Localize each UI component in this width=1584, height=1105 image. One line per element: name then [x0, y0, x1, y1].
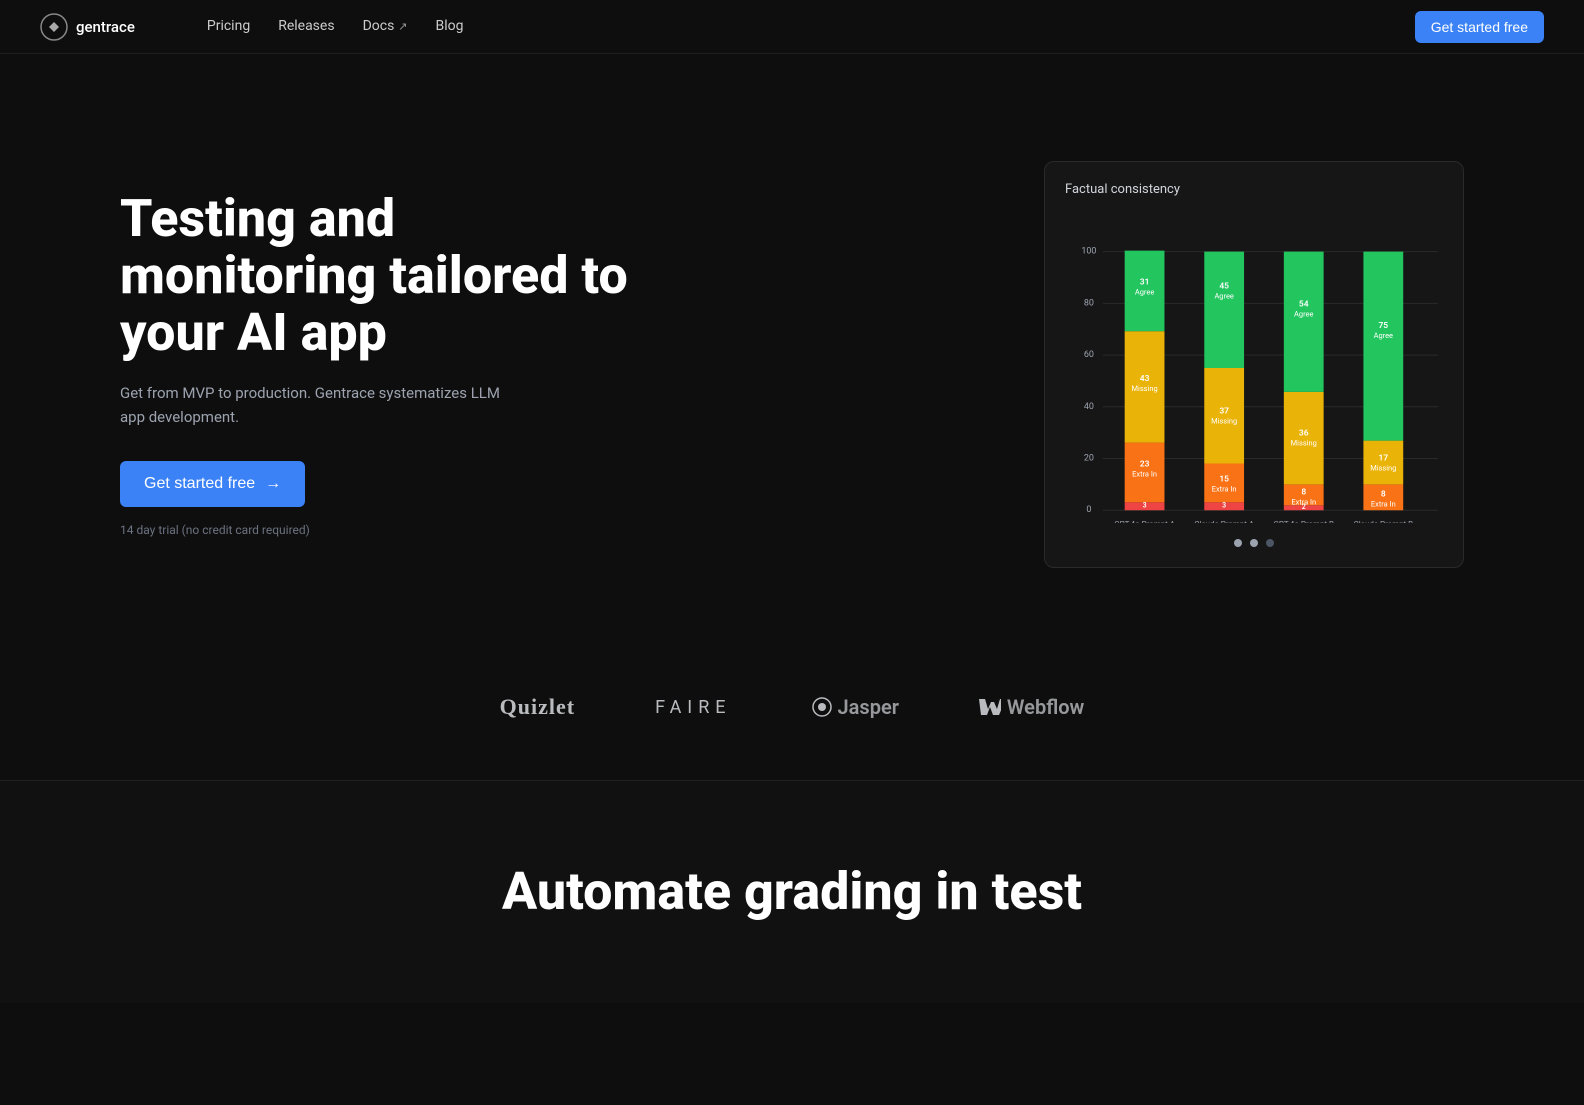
svg-text:8: 8 [1381, 489, 1386, 499]
nav-left: gentrace Pricing Releases Docs ↗ Blog [40, 0, 504, 54]
hero-section: Testing and monitoring tailored to your … [0, 54, 1584, 654]
svg-text:31: 31 [1140, 277, 1150, 287]
jasper-logo: Jasper [812, 695, 899, 719]
hero-cta-button[interactable]: Get started free → [120, 461, 305, 507]
arrow-icon: → [265, 475, 281, 493]
logo-icon [40, 13, 68, 41]
nav-cta-button[interactable]: Get started free [1415, 11, 1544, 43]
carousel-dots [1065, 539, 1443, 547]
svg-text:GPT-4o Prompt B: GPT-4o Prompt B [1273, 520, 1334, 523]
svg-text:75: 75 [1378, 321, 1388, 331]
svg-text:8: 8 [1301, 487, 1306, 497]
logo-link[interactable]: gentrace [40, 13, 135, 41]
jasper-icon [812, 697, 832, 717]
logo-text: gentrace [76, 18, 135, 36]
nav-link-releases[interactable]: Releases [278, 18, 334, 34]
navbar: gentrace Pricing Releases Docs ↗ Blog Ge… [0, 0, 1584, 54]
svg-text:20: 20 [1084, 453, 1094, 463]
svg-text:Missing: Missing [1211, 416, 1237, 425]
svg-text:Agree: Agree [1374, 331, 1393, 340]
webflow-logo: Webflow [979, 695, 1084, 719]
carousel-dot-2[interactable] [1250, 539, 1258, 547]
svg-text:36: 36 [1299, 428, 1309, 438]
chart-panel: Factual consistency 0 20 40 60 80 100 [1044, 161, 1464, 568]
webflow-icon [979, 699, 1001, 715]
bottom-title: Automate grading in test [120, 861, 1464, 923]
svg-text:Agree: Agree [1214, 291, 1233, 300]
svg-text:Agree: Agree [1294, 309, 1313, 318]
chart-container: Factual consistency 0 20 40 60 80 100 [1044, 161, 1464, 568]
svg-text:80: 80 [1084, 298, 1094, 308]
svg-text:3: 3 [1222, 501, 1226, 509]
nav-links: Pricing Releases Docs ↗ Blog [167, 0, 504, 54]
svg-text:Missing: Missing [1132, 383, 1158, 392]
svg-text:Extra In: Extra In [1132, 469, 1157, 478]
logos-section: Quizlet FAIRE Jasper Webflow [0, 654, 1584, 780]
chart-svg: 0 20 40 60 80 100 [1065, 213, 1443, 523]
faire-logo: FAIRE [655, 697, 731, 718]
hero-title: Testing and monitoring tailored to your … [120, 190, 640, 362]
svg-text:37: 37 [1219, 406, 1229, 416]
svg-text:Missing: Missing [1370, 463, 1396, 472]
svg-text:23: 23 [1140, 459, 1150, 469]
svg-text:Extra In: Extra In [1371, 499, 1396, 508]
svg-text:2: 2 [1302, 503, 1306, 511]
svg-text:Claude Prompt B: Claude Prompt B [1354, 520, 1414, 523]
nav-link-docs[interactable]: Docs ↗ [363, 18, 408, 34]
svg-text:17: 17 [1378, 453, 1388, 463]
carousel-dot-1[interactable] [1234, 539, 1242, 547]
svg-text:54: 54 [1299, 299, 1309, 309]
svg-text:Extra In: Extra In [1212, 484, 1237, 493]
svg-text:GPT-4o Prompt A: GPT-4o Prompt A [1114, 520, 1176, 523]
trial-text: 14 day trial (no credit card required) [120, 523, 310, 537]
svg-text:Missing: Missing [1291, 438, 1317, 447]
svg-text:Agree: Agree [1135, 287, 1154, 296]
external-link-icon: ↗ [398, 20, 407, 33]
bottom-section: Automate grading in test [0, 780, 1584, 1003]
svg-text:3: 3 [1143, 501, 1147, 509]
svg-text:60: 60 [1084, 350, 1094, 360]
svg-text:Claude Prompt A: Claude Prompt A [1194, 520, 1255, 523]
hero-subtitle: Get from MVP to production. Gentrace sys… [120, 381, 500, 429]
svg-text:100: 100 [1081, 246, 1096, 256]
svg-text:45: 45 [1219, 281, 1229, 291]
nav-link-pricing[interactable]: Pricing [207, 18, 250, 34]
chart-area: 0 20 40 60 80 100 [1065, 213, 1443, 523]
svg-text:40: 40 [1084, 401, 1094, 411]
chart-title: Factual consistency [1065, 182, 1443, 197]
svg-text:0: 0 [1086, 505, 1091, 515]
nav-link-blog[interactable]: Blog [436, 18, 464, 34]
svg-text:15: 15 [1219, 474, 1229, 484]
quizlet-logo: Quizlet [500, 694, 575, 720]
carousel-dot-3[interactable] [1266, 539, 1274, 547]
svg-text:43: 43 [1140, 373, 1150, 383]
hero-left: Testing and monitoring tailored to your … [120, 190, 640, 539]
